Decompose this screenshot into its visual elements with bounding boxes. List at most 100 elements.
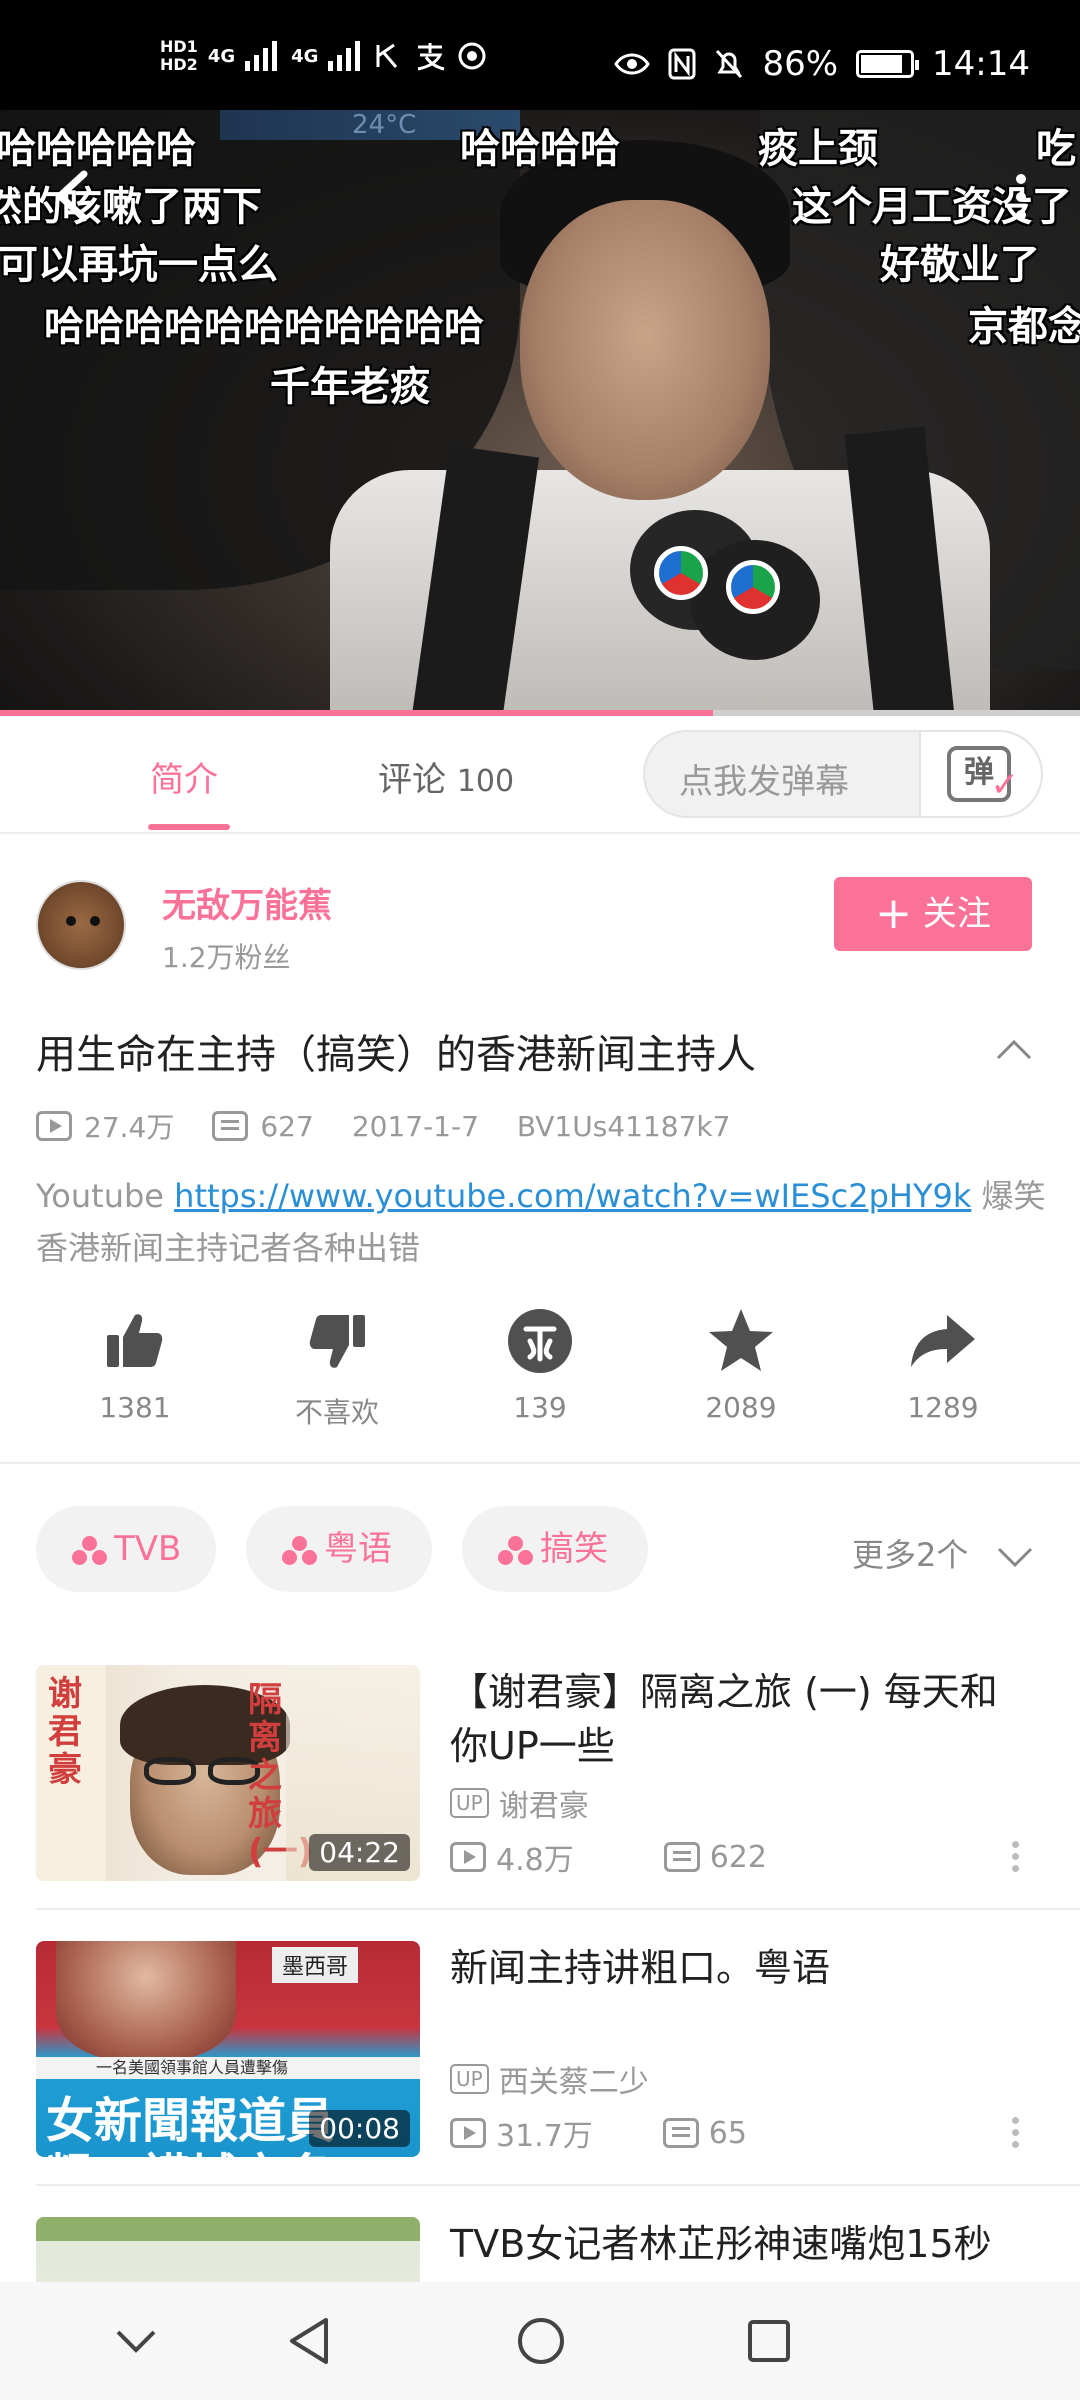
system-navigation-bar <box>0 2282 1080 2400</box>
danmaku-comment: 这个月工资没了 <box>792 184 1072 230</box>
app-notification-icon <box>376 43 398 68</box>
more-options-icon[interactable] <box>1012 1841 1022 1872</box>
share-button[interactable]: 1289 <box>868 1305 1018 1424</box>
favorite-button[interactable]: 2089 <box>666 1305 816 1424</box>
avatar[interactable] <box>36 880 126 970</box>
play-count-icon <box>450 1842 486 1872</box>
danmaku-icon: 弹 ✓ <box>947 746 1019 805</box>
thumbnail-strip: 一名美國領事館人員遭擊傷 <box>36 2057 420 2079</box>
thumbs-up-icon <box>107 1314 163 1367</box>
bvid: BV1Us41187k7 <box>516 1109 731 1143</box>
tag-chip[interactable]: 搞笑 <box>462 1506 648 1592</box>
tab-comments-label: 评论 <box>378 760 446 800</box>
battery-percent: 86% <box>762 44 839 84</box>
danmaku-comment: 痰上颈 <box>758 126 878 172</box>
uploader: UP 西关蔡二少 <box>450 2057 649 2101</box>
star-icon <box>709 1309 773 1371</box>
tag-chip[interactable]: 粤语 <box>246 1506 432 1592</box>
list-divider <box>36 1908 1080 1910</box>
like-button[interactable]: 1381 <box>60 1305 210 1424</box>
glasses-icon <box>144 1757 196 1785</box>
network-type-1: 4G <box>207 45 236 67</box>
play-count-icon <box>450 2118 486 2148</box>
video-hud-temp: 24°C <box>352 110 417 140</box>
chevron-up-icon[interactable] <box>994 1030 1034 1070</box>
video-title: 用生命在主持（搞笑）的香港新闻主持人 <box>36 1032 756 1078</box>
more-tags-button[interactable]: 更多2个 <box>852 1530 1035 1576</box>
share-icon <box>911 1315 975 1367</box>
tab-comments[interactable]: 评论 100 <box>378 752 514 801</box>
follow-button[interactable]: + 关注 <box>834 877 1032 951</box>
danmaku-count-icon <box>663 1842 700 1872</box>
danmaku-comment: 然的咳嗽了两下 <box>0 184 262 230</box>
up-badge-icon: UP <box>450 2064 489 2094</box>
eye-icon <box>614 53 651 75</box>
coin-icon <box>508 1309 572 1373</box>
recents-square-icon[interactable] <box>746 2316 792 2366</box>
back-triangle-icon[interactable] <box>286 2316 332 2366</box>
dislike-button[interactable]: 不喜欢 <box>262 1305 412 1431</box>
video-player[interactable]: 24°C 哈哈哈哈哈 哈哈哈哈 痰上颈 吃 然的咳嗽了两下 这个月工资没了 可以… <box>0 110 1080 715</box>
danmaku-comment: 可以再坑一点么 <box>0 242 278 288</box>
danmaku-input[interactable]: 点我发弹幕 弹 ✓ <box>643 730 1043 818</box>
tvb-logo-icon <box>654 546 708 600</box>
publish-date: 2017-1-7 <box>351 1109 479 1143</box>
wifi-hotspot-icon <box>458 42 486 70</box>
hd-indicator: HD1 HD2 <box>160 37 198 74</box>
more-menu-icon[interactable] <box>1014 172 1028 222</box>
network-type-2: 4G <box>291 45 319 67</box>
recommended-video[interactable]: TVB女记者林芷彤神速嘴炮15秒 <box>0 2217 1080 2282</box>
tag-icon <box>282 1535 318 1566</box>
battery-icon <box>856 50 920 78</box>
chevron-down-icon <box>997 1547 1032 1568</box>
author-name[interactable]: 无敌万能蕉 <box>162 878 332 927</box>
recommended-video-stats: 31.7万 65 <box>450 2111 747 2155</box>
tab-bar: 简介 评论 100 点我发弹幕 弹 ✓ <box>0 716 1080 834</box>
signal-icon <box>328 41 361 71</box>
video-thumbnail: 谢君豪 隔离之旅(一) 04:22 <box>36 1665 420 1881</box>
list-divider <box>36 2184 1080 2186</box>
coin-button[interactable]: 139 <box>465 1305 615 1424</box>
section-divider <box>0 1462 1080 1464</box>
danmaku-comment: 京都念 <box>968 304 1080 350</box>
video-thumbnail: 墨西哥 一名美國領事館人員遭擊傷 女新聞報道員 粗口講城市名 00:08 <box>36 1941 420 2157</box>
danmaku-count-icon <box>662 2118 699 2148</box>
tag-chip[interactable]: TVB <box>36 1506 216 1592</box>
fans-count: 1.2万粉丝 <box>162 941 291 974</box>
thumbnail-person <box>56 1941 236 2061</box>
back-arrow-icon[interactable] <box>52 168 92 224</box>
tag-icon <box>72 1535 108 1566</box>
danmaku-input-placeholder: 点我发弹幕 <box>679 762 849 802</box>
tab-intro[interactable]: 简介 <box>150 752 218 801</box>
danmaku-comment: 吃 <box>1036 126 1076 172</box>
more-options-icon[interactable] <box>1012 2117 1022 2148</box>
uploader: UP 谢君豪 <box>450 1781 589 1825</box>
danmaku-settings-button[interactable]: 弹 ✓ <box>919 732 1041 816</box>
action-bar: 1381 不喜欢 139 2089 1289 <box>0 1305 1080 1455</box>
plus-icon: + <box>875 888 913 939</box>
video-duration: 00:08 <box>309 2110 410 2147</box>
status-bar: HD1 HD2 4G 4G 86% 14:14 <box>0 0 1080 110</box>
danmaku-comment: 哈哈哈哈哈 <box>0 126 196 172</box>
chevron-down-icon[interactable] <box>114 2316 158 2366</box>
danmaku-comment: 千年老痰 <box>270 364 430 410</box>
recommended-video[interactable]: 谢君豪 隔离之旅(一) 04:22 【谢君豪】隔离之旅 (一) 每天和你UP一些… <box>0 1665 1080 1925</box>
description-link[interactable]: https://www.youtube.com/watch?v=wIESc2pH… <box>174 1177 971 1215</box>
recommended-video[interactable]: 墨西哥 一名美國領事館人員遭擊傷 女新聞報道員 粗口講城市名 00:08 新闻主… <box>0 1941 1080 2201</box>
signal-icon <box>245 41 278 71</box>
danmaku-count: 627 <box>260 1109 314 1143</box>
thumbs-down-icon <box>309 1315 365 1368</box>
thumbnail-text: 隔离之旅(一) <box>248 1680 314 1872</box>
thumbnail-text: 谢君豪 <box>48 1674 82 1790</box>
danmaku-comment: 哈哈哈哈哈哈哈哈哈哈哈 <box>44 304 484 350</box>
author-row: 无敌万能蕉 1.2万粉丝 + 关注 <box>0 860 1080 980</box>
video-meta: 27.4万 627 2017-1-7 BV1Us41187k7 <box>36 1106 730 1146</box>
thumbnail-caption: 粗口講城市名 <box>46 2137 334 2157</box>
home-circle-icon[interactable] <box>516 2316 566 2366</box>
tag-icon <box>498 1535 534 1566</box>
thumbnail-tag: 墨西哥 <box>272 1947 359 1983</box>
recommended-video-title: TVB女记者林芷彤神速嘴炮15秒 <box>450 2222 992 2266</box>
video-subject-face <box>520 200 770 500</box>
video-duration: 04:22 <box>309 1834 410 1871</box>
recommended-video-title: 新闻主持讲粗口。粤语 <box>450 1946 831 1990</box>
